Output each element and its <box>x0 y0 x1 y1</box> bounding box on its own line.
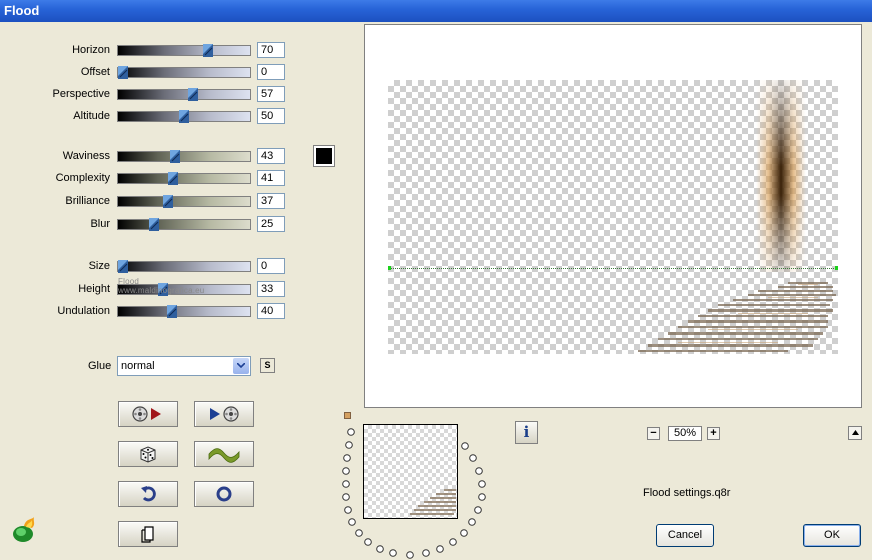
slider-thumb-icon[interactable] <box>118 260 128 273</box>
slider-thumb-icon[interactable] <box>170 150 180 163</box>
horizon-handle-left[interactable] <box>388 266 391 270</box>
param-label-undulation: Undulation <box>57 305 110 317</box>
param-slider-undulation[interactable] <box>117 305 251 318</box>
preview-panel[interactable] <box>364 24 862 408</box>
save-preset-button[interactable] <box>194 401 254 427</box>
glue-select[interactable]: normal <box>117 356 251 376</box>
param-row-size: Size 0 <box>0 258 290 276</box>
slider-thumb-icon[interactable] <box>203 44 213 57</box>
param-row-undulation: Undulation 40 <box>0 303 290 321</box>
zoom-level: 50% <box>668 426 702 441</box>
slider-thumb-icon[interactable] <box>149 218 159 231</box>
param-row-altitude: Altitude 50 <box>0 108 290 126</box>
param-row-horizon: Horizon 70 <box>0 42 290 60</box>
param-input-perspective[interactable]: 57 <box>257 86 285 102</box>
watermark: Flood www.maldinografica.eu <box>118 277 204 295</box>
dialog-client: Horizon 70 Offset 0 Perspective 57 Altitude 50 W… <box>0 22 872 559</box>
param-input-complexity[interactable]: 41 <box>257 170 285 186</box>
param-row-perspective: Perspective 57 <box>0 86 290 104</box>
horizon-handle-right[interactable] <box>835 266 838 270</box>
navigator-thumbnail[interactable] <box>363 424 458 519</box>
param-label-complexity: Complexity <box>55 172 110 184</box>
slider-thumb-icon[interactable] <box>168 172 178 185</box>
glue-label: Glue <box>88 360 112 372</box>
reset-ring-icon <box>216 486 232 502</box>
param-label-height: Height <box>78 283 110 295</box>
zoom-out-button[interactable]: − <box>647 427 660 440</box>
param-row-waviness: Waviness 43 <box>0 148 290 166</box>
param-row-brilliance: Brilliance 37 <box>0 193 290 211</box>
title-bar[interactable]: Flood <box>0 0 872 22</box>
slider-thumb-icon[interactable] <box>118 66 128 79</box>
cancel-button[interactable]: Cancel <box>656 524 714 547</box>
param-slider-waviness[interactable] <box>117 150 251 163</box>
slider-thumb-icon[interactable] <box>167 305 177 318</box>
horizon-line <box>388 268 838 269</box>
copy-page-icon <box>141 526 154 543</box>
param-input-horizon[interactable]: 70 <box>257 42 285 58</box>
info-button[interactable]: i <box>515 421 538 444</box>
param-input-height[interactable]: 33 <box>257 281 285 297</box>
zoom-in-button[interactable]: + <box>707 427 720 440</box>
flood-dialog: Flood Horizon 70 Offset 0 Perspective 57 Altit… <box>0 0 872 559</box>
param-label-size: Size <box>88 260 110 272</box>
param-row-blur: Blur 25 <box>0 216 290 234</box>
param-row-offset: Offset 0 <box>0 64 290 82</box>
param-row-complexity: Complexity 41 <box>0 170 290 188</box>
wave-icon <box>208 448 240 463</box>
wave-button[interactable] <box>194 441 254 467</box>
chevron-down-icon[interactable] <box>233 358 249 374</box>
param-slider-offset[interactable] <box>117 66 251 79</box>
param-label-waviness: Waviness <box>62 150 110 162</box>
param-input-altitude[interactable]: 50 <box>257 108 285 124</box>
settings-filename: Flood settings.q8r <box>643 487 731 499</box>
load-preset-button[interactable] <box>118 401 178 427</box>
chevron-up-icon <box>851 430 859 435</box>
watermark-line-2: www.maldinografica.eu <box>118 286 205 295</box>
slider-thumb-icon[interactable] <box>163 195 173 208</box>
param-input-offset[interactable]: 0 <box>257 64 285 80</box>
param-label-brilliance: Brilliance <box>65 195 110 207</box>
undo-button[interactable] <box>118 481 178 507</box>
param-slider-complexity[interactable] <box>117 172 251 185</box>
slider-thumb-icon[interactable] <box>179 110 189 123</box>
water-reflection <box>638 282 836 352</box>
param-label-offset: Offset <box>80 66 110 78</box>
param-input-blur[interactable]: 25 <box>257 216 285 232</box>
glue-value: normal <box>121 360 155 372</box>
window-title: Flood <box>4 3 40 18</box>
param-label-horizon: Horizon <box>72 44 110 56</box>
param-slider-blur[interactable] <box>117 218 251 231</box>
param-slider-brilliance[interactable] <box>117 195 251 208</box>
param-label-perspective: Perspective <box>52 88 110 100</box>
ok-button[interactable]: OK <box>803 524 861 547</box>
color-swatch[interactable] <box>313 145 335 167</box>
param-slider-perspective[interactable] <box>117 88 251 101</box>
dice-icon <box>140 446 156 463</box>
param-label-blur: Blur <box>90 218 110 230</box>
preview-canvas[interactable] <box>388 80 838 354</box>
randomize-button[interactable] <box>118 441 178 467</box>
s-button[interactable]: S <box>260 358 275 373</box>
param-input-waviness[interactable]: 43 <box>257 148 285 164</box>
param-slider-horizon[interactable] <box>117 44 251 57</box>
collapse-button[interactable] <box>848 426 862 440</box>
param-input-brilliance[interactable]: 37 <box>257 193 285 209</box>
film-reel-play-icon <box>132 406 161 422</box>
param-label-altitude: Altitude <box>73 110 110 122</box>
param-input-undulation[interactable]: 40 <box>257 303 285 319</box>
play-film-reel-icon <box>210 406 239 422</box>
watermark-line-1: Flood <box>118 277 140 286</box>
flaming-pear-logo-icon <box>13 517 35 542</box>
param-input-size[interactable]: 0 <box>257 258 285 274</box>
thumbnail-reflection <box>410 489 456 515</box>
undo-arrow-icon <box>141 486 156 502</box>
copy-button[interactable] <box>118 521 178 547</box>
slider-thumb-icon[interactable] <box>188 88 198 101</box>
light-streak <box>756 80 806 272</box>
param-slider-size[interactable] <box>117 260 251 273</box>
reset-button[interactable] <box>194 481 254 507</box>
param-slider-altitude[interactable] <box>117 110 251 123</box>
